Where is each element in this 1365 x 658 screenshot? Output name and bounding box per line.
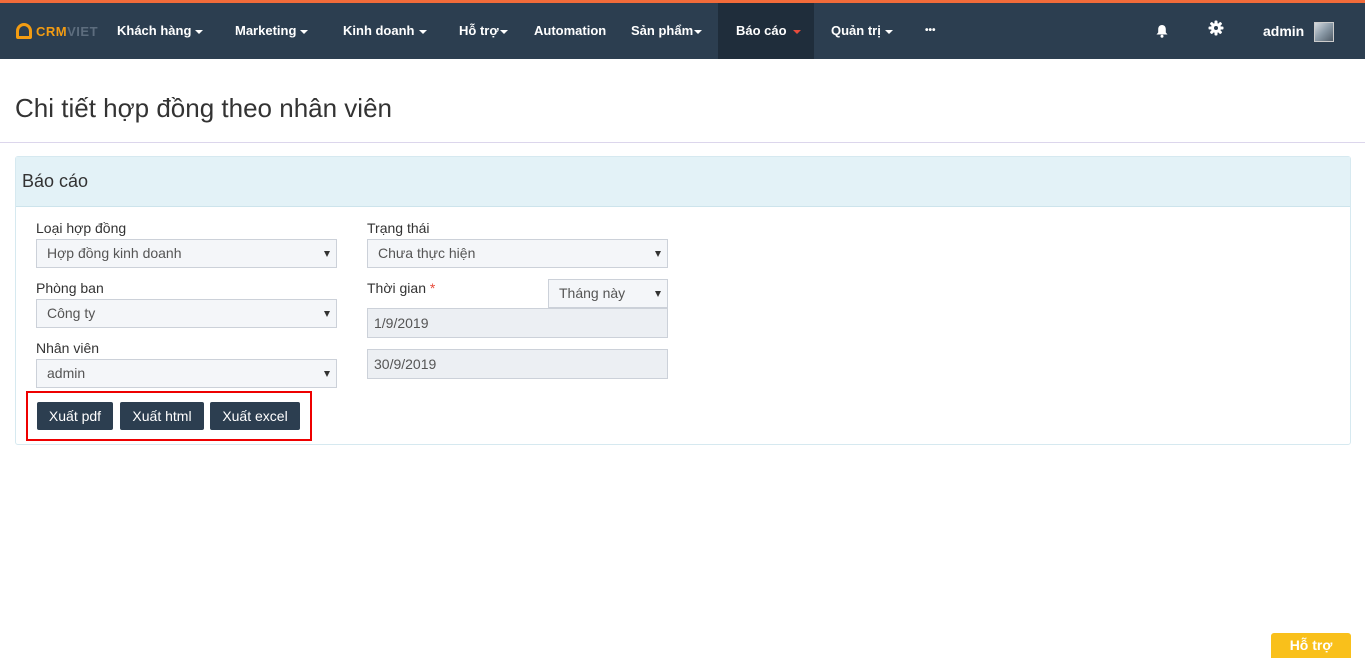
department-label: Phòng ban xyxy=(36,280,104,296)
nav-label: Báo cáo xyxy=(736,23,787,38)
caret-down-icon xyxy=(884,29,893,34)
logo-mark-icon xyxy=(16,23,32,39)
export-excel-button[interactable]: Xuất excel xyxy=(210,402,300,430)
select-arrow-icon xyxy=(324,251,330,257)
nav-label: Hỗ trợ xyxy=(459,23,499,38)
nav-label: Sản phẩm xyxy=(631,23,694,38)
department-value: Công ty xyxy=(47,305,96,321)
panel-heading: Báo cáo xyxy=(16,157,1350,207)
contract-type-select[interactable]: Hợp đồng kinh doanh xyxy=(36,239,337,268)
select-arrow-icon xyxy=(655,251,661,257)
status-select[interactable]: Chưa thực hiện xyxy=(367,239,668,268)
page-title: Chi tiết hợp đồng theo nhân viên xyxy=(15,93,392,123)
export-pdf-button[interactable]: Xuất pdf xyxy=(37,402,113,430)
export-html-button[interactable]: Xuất html xyxy=(120,402,204,430)
nav-quan-tri[interactable]: Quản trị xyxy=(831,3,893,59)
nav-automation[interactable]: Automation xyxy=(534,3,606,59)
employee-label: Nhân viên xyxy=(36,340,100,356)
select-arrow-icon xyxy=(324,371,330,377)
nav-label: Kinh doanh xyxy=(343,23,415,38)
nav-label: Marketing xyxy=(235,23,297,38)
time-label: Thời gian * xyxy=(367,280,435,296)
select-arrow-icon xyxy=(655,291,661,297)
caret-down-icon xyxy=(195,29,204,34)
logo-text-crm: CRM xyxy=(36,23,68,39)
nav-khach-hang[interactable]: Khách hàng xyxy=(117,3,204,59)
time-label-text: Thời gian xyxy=(367,280,426,296)
department-select[interactable]: Công ty xyxy=(36,299,337,328)
caret-down-icon xyxy=(300,29,309,34)
nav-kinh-doanh[interactable]: Kinh doanh xyxy=(343,3,427,59)
nav-label: Khách hàng xyxy=(117,23,192,38)
nav-san-pham[interactable]: Sản phẩm xyxy=(631,3,703,59)
title-divider xyxy=(0,142,1365,143)
nav-label: Quản trị xyxy=(831,23,881,38)
nav-marketing[interactable]: Marketing xyxy=(235,3,309,59)
bell-icon[interactable] xyxy=(1155,24,1169,38)
caret-down-icon xyxy=(418,29,427,34)
nav-bao-cao[interactable]: Báo cáo xyxy=(718,3,814,59)
nav-ho-tro[interactable]: Hỗ trợ xyxy=(459,3,508,59)
panel-title: Báo cáo xyxy=(22,171,89,191)
date-to-input[interactable]: 30/9/2019 xyxy=(367,349,668,379)
contract-type-value: Hợp đồng kinh doanh xyxy=(47,245,182,261)
caret-down-icon xyxy=(792,29,801,34)
logo-text-viet: VIET xyxy=(67,23,99,39)
required-mark: * xyxy=(429,280,436,296)
caret-down-icon xyxy=(499,29,508,34)
nav-label: Automation xyxy=(534,23,607,38)
contract-type-label: Loại hợp đồng xyxy=(36,220,127,236)
status-label: Trạng thái xyxy=(367,220,430,236)
period-select[interactable]: Tháng này xyxy=(548,279,668,308)
caret-down-icon xyxy=(694,29,703,34)
avatar[interactable] xyxy=(1314,22,1334,42)
nav-more-icon[interactable]: ••• xyxy=(925,3,936,59)
employee-select[interactable]: admin xyxy=(36,359,337,388)
top-navbar: CRM VIET Khách hàng Marketing Kinh doanh… xyxy=(0,3,1365,59)
period-value: Tháng này xyxy=(559,285,626,301)
employee-value: admin xyxy=(47,365,86,381)
user-name[interactable]: admin xyxy=(1263,3,1304,59)
support-button[interactable]: Hỗ trợ xyxy=(1271,633,1351,658)
status-value: Chưa thực hiện xyxy=(378,245,476,261)
select-arrow-icon xyxy=(324,311,330,317)
gear-icon[interactable] xyxy=(1208,20,1224,36)
date-from-input[interactable]: 1/9/2019 xyxy=(367,308,668,338)
crmviet-logo[interactable]: CRM VIET xyxy=(16,21,98,41)
report-panel: Báo cáo Loại hợp đồng Hợp đồng kinh doan… xyxy=(15,156,1351,445)
